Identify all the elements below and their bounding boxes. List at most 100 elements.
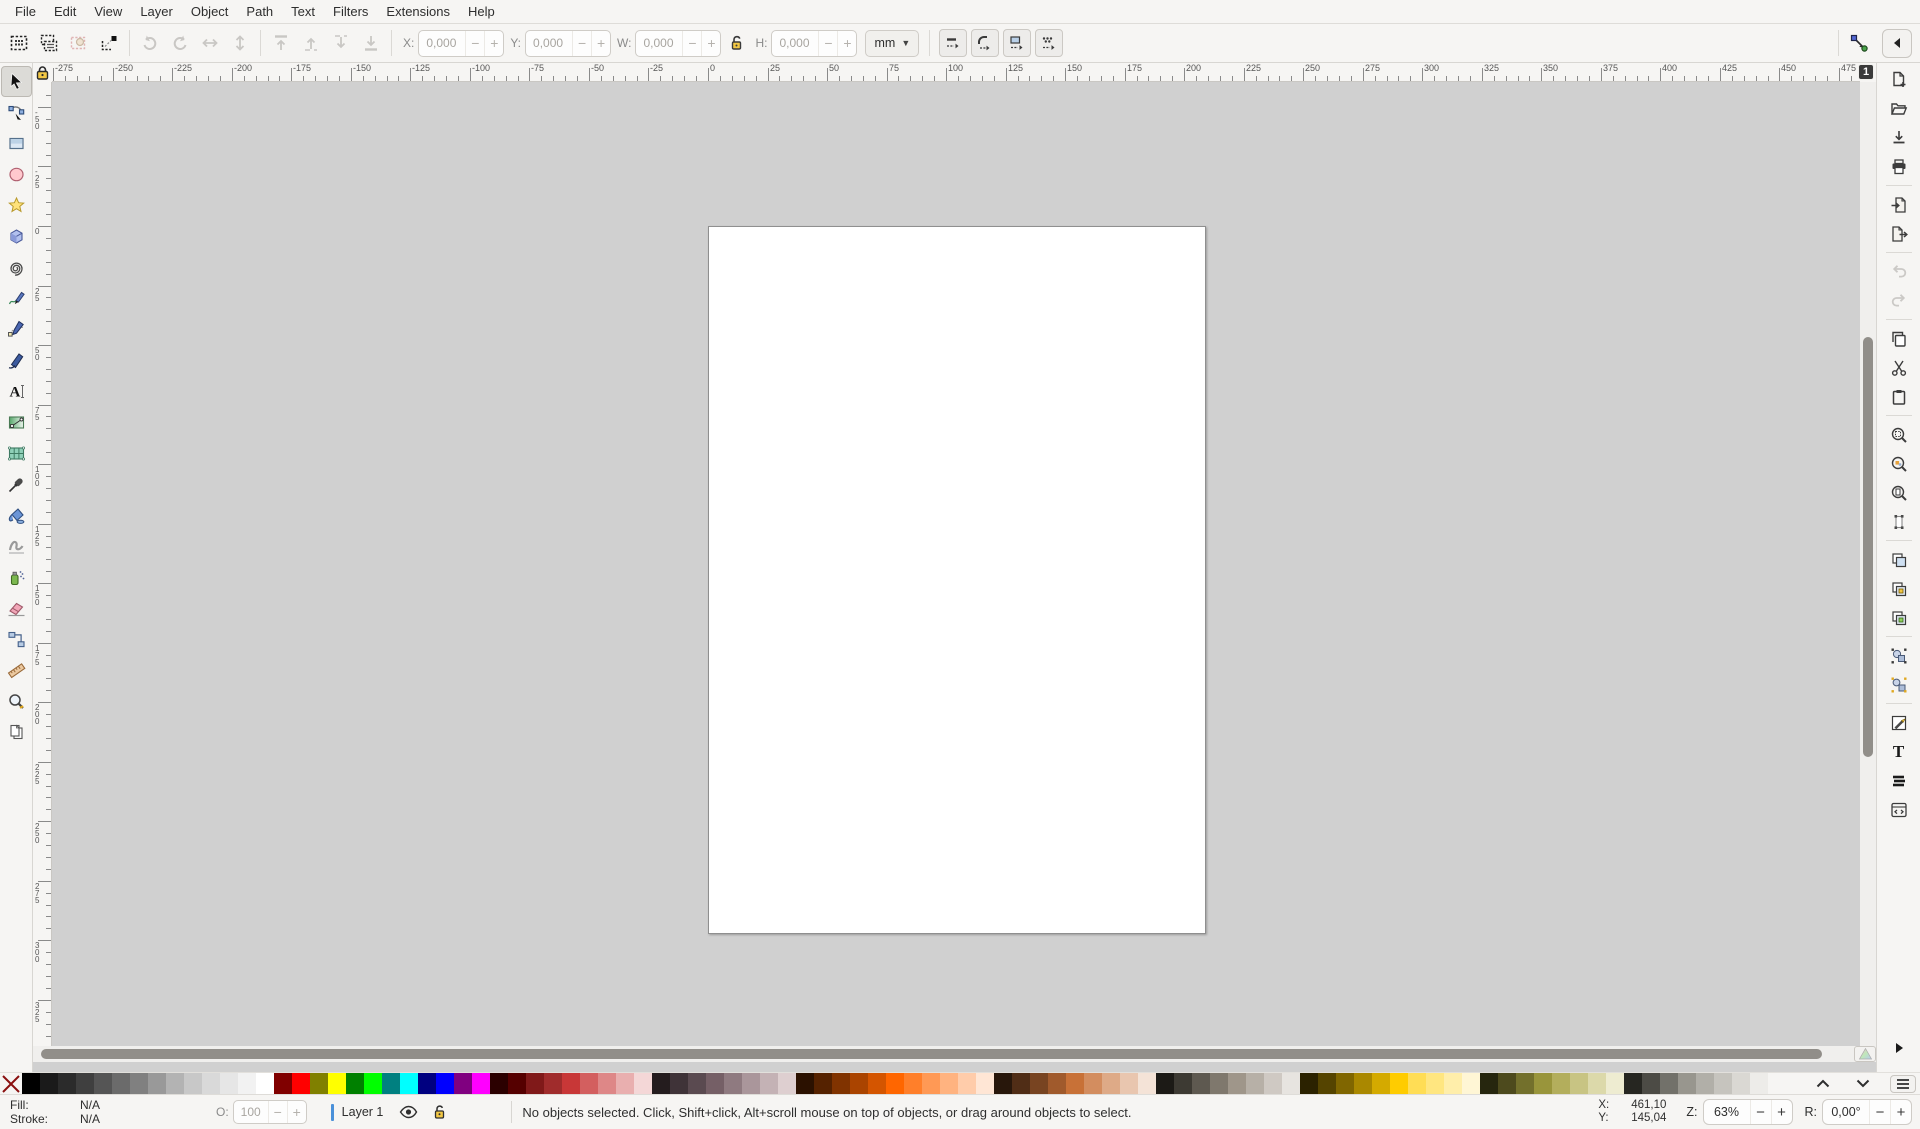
palette-swatch[interactable] — [1246, 1073, 1264, 1094]
palette-swatch[interactable] — [58, 1073, 76, 1094]
ungroup-button[interactable] — [1882, 670, 1916, 699]
palette-swatch[interactable] — [1210, 1073, 1228, 1094]
raise-button[interactable] — [296, 28, 326, 58]
duplicate-button[interactable] — [1882, 545, 1916, 574]
paste-button[interactable] — [1882, 382, 1916, 411]
palette-swatch[interactable] — [1552, 1073, 1570, 1094]
h-increment-button[interactable]: + — [837, 31, 856, 56]
tool-measure[interactable] — [1, 655, 32, 686]
palette-swatch[interactable] — [1444, 1073, 1462, 1094]
palette-swatch[interactable] — [1642, 1073, 1660, 1094]
tool-pencil[interactable] — [1, 283, 32, 314]
palette-swatch[interactable] — [814, 1073, 832, 1094]
rotation-increment-button[interactable]: + — [1890, 1100, 1911, 1124]
save-document-button[interactable] — [1882, 123, 1916, 152]
group-button[interactable] — [1882, 641, 1916, 670]
palette-swatch[interactable] — [886, 1073, 904, 1094]
palette-swatch[interactable] — [832, 1073, 850, 1094]
palette-swatch[interactable] — [1408, 1073, 1426, 1094]
zoom-page-button[interactable] — [1882, 478, 1916, 507]
palette-swatch[interactable] — [1588, 1073, 1606, 1094]
tool-ellipse[interactable] — [1, 159, 32, 190]
palette-swatch[interactable] — [1606, 1073, 1624, 1094]
palette-swatch[interactable] — [724, 1073, 742, 1094]
palette-swatch[interactable] — [688, 1073, 706, 1094]
selection-touch-button[interactable] — [94, 28, 124, 58]
horizontal-ruler[interactable]: -275-250-225-200-175-150-125-100-75-50-2… — [52, 63, 1860, 82]
palette-swatch[interactable] — [1462, 1073, 1480, 1094]
palette-swatch[interactable] — [1498, 1073, 1516, 1094]
palette-swatch[interactable] — [148, 1073, 166, 1094]
y-decrement-button[interactable]: − — [572, 31, 591, 56]
palette-swatch[interactable] — [238, 1073, 256, 1094]
menu-text[interactable]: Text — [282, 1, 324, 22]
palette-swatch[interactable] — [292, 1073, 310, 1094]
zoom-selection-button[interactable] — [1882, 420, 1916, 449]
tool-zoom[interactable] — [1, 686, 32, 717]
layer-visibility-toggle[interactable] — [399, 1105, 418, 1119]
palette-swatch[interactable] — [868, 1073, 886, 1094]
scale-stroke-toggle[interactable] — [939, 29, 967, 57]
palette-swatch[interactable] — [436, 1073, 454, 1094]
palette-swatch[interactable] — [220, 1073, 238, 1094]
palette-swatch[interactable] — [274, 1073, 292, 1094]
palette-swatch[interactable] — [1300, 1073, 1318, 1094]
fill-stroke-dialog-button[interactable] — [1882, 708, 1916, 737]
menu-file[interactable]: File — [6, 1, 45, 22]
xml-editor-button[interactable] — [1882, 795, 1916, 824]
palette-swatch[interactable] — [346, 1073, 364, 1094]
palette-swatch[interactable] — [1282, 1073, 1300, 1094]
palette-swatch[interactable] — [130, 1073, 148, 1094]
palette-swatch[interactable] — [328, 1073, 346, 1094]
palette-swatch[interactable] — [1732, 1073, 1750, 1094]
undo-button[interactable] — [1882, 257, 1916, 286]
deselect-button[interactable] — [64, 28, 94, 58]
palette-swatch[interactable] — [922, 1073, 940, 1094]
snap-toggle-button[interactable] — [1844, 28, 1874, 58]
y-increment-button[interactable]: + — [591, 31, 610, 56]
scale-corners-toggle[interactable] — [971, 29, 999, 57]
vertical-scrollbar-thumb[interactable] — [1863, 337, 1873, 757]
palette-swatch[interactable] — [904, 1073, 922, 1094]
palette-swatch[interactable] — [850, 1073, 868, 1094]
rotate-cw-button[interactable] — [165, 28, 195, 58]
palette-swatch[interactable] — [670, 1073, 688, 1094]
commands-bar-expander[interactable] — [1882, 1033, 1916, 1062]
horizontal-scrollbar[interactable] — [33, 1046, 1854, 1062]
palette-swatch[interactable] — [418, 1073, 436, 1094]
palette-swatch[interactable] — [166, 1073, 184, 1094]
flip-vertical-button[interactable] — [225, 28, 255, 58]
open-document-button[interactable] — [1882, 94, 1916, 123]
tool-paint-bucket[interactable] — [1, 500, 32, 531]
canvas[interactable] — [52, 82, 1860, 1046]
palette-swatch[interactable] — [76, 1073, 94, 1094]
zoom-field[interactable]: 63% −+ — [1703, 1099, 1793, 1125]
palette-swatch[interactable] — [1714, 1073, 1732, 1094]
palette-swatch[interactable] — [256, 1073, 274, 1094]
palette-swatch[interactable] — [400, 1073, 418, 1094]
palette-swatch[interactable] — [310, 1073, 328, 1094]
w-field[interactable]: 0,000 −+ — [635, 30, 721, 57]
clone-button[interactable] — [1882, 574, 1916, 603]
palette-swatch[interactable] — [1192, 1073, 1210, 1094]
palette-swatch[interactable] — [1750, 1073, 1768, 1094]
palette-swatch[interactable] — [202, 1073, 220, 1094]
palette-swatch[interactable] — [778, 1073, 796, 1094]
palette-swatch[interactable] — [112, 1073, 130, 1094]
palette-swatch[interactable] — [1354, 1073, 1372, 1094]
tool-calligraphy[interactable] — [1, 345, 32, 376]
palette-swatch[interactable] — [958, 1073, 976, 1094]
palette-swatch[interactable] — [1012, 1073, 1030, 1094]
tool-bezier-pen[interactable] — [1, 314, 32, 345]
palette-swatch[interactable] — [508, 1073, 526, 1094]
tool-star[interactable] — [1, 190, 32, 221]
palette-scroll-up-button[interactable] — [1810, 1075, 1836, 1093]
y-field[interactable]: 0,000 −+ — [525, 30, 611, 57]
h-decrement-button[interactable]: − — [818, 31, 837, 56]
w-increment-button[interactable]: + — [701, 31, 720, 56]
tool-selector[interactable] — [1, 66, 32, 97]
tool-spiral[interactable] — [1, 252, 32, 283]
rotation-field[interactable]: 0,00° −+ — [1822, 1099, 1912, 1125]
palette-swatch[interactable] — [184, 1073, 202, 1094]
guide-lock-button[interactable] — [33, 63, 52, 82]
